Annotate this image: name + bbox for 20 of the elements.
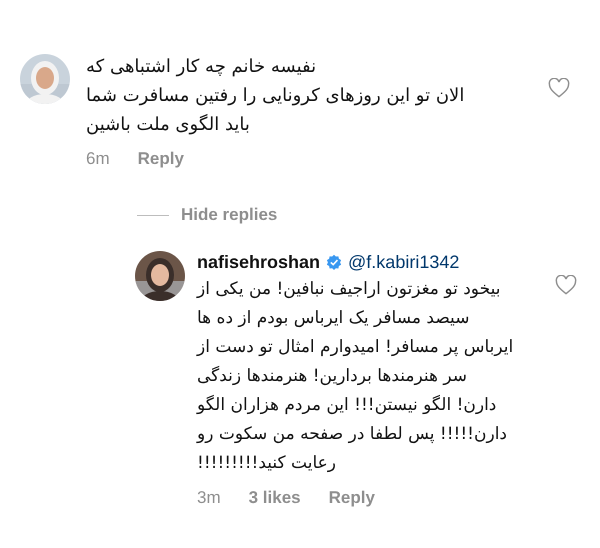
comment-time: 6m	[86, 149, 110, 169]
reply-link[interactable]: Reply	[138, 149, 184, 169]
heart-icon[interactable]	[548, 78, 570, 98]
comment-text: رعایت کنید!!!!!!!!!	[197, 452, 336, 475]
comment-text: دارن!!!!! پس لطفا در صفحه من سکوت رو	[197, 423, 507, 446]
comment-text: الان تو این روزهای کرونایی را رفتین مسافرت شما	[86, 84, 464, 108]
likes-count[interactable]: 3 likes	[248, 488, 301, 508]
hide-replies-link[interactable]: Hide replies	[181, 205, 278, 225]
comment-text: سر هنرمندها بردارین! هنرمندها زندگی	[197, 364, 468, 388]
heart-icon[interactable]	[555, 275, 577, 295]
reply-link[interactable]: Reply	[328, 488, 375, 508]
comment-text: دارن! الگو نیستن!!! این مردم هزاران الگو	[197, 394, 496, 417]
username[interactable]: nafisehroshan	[197, 252, 320, 272]
comment-text: نفیسه خانم چه کار اشتباهی که	[86, 55, 316, 79]
comment-text: سیصد مسافر یک ایرباس بودم از ده ها	[197, 307, 470, 330]
comment-time: 3m	[197, 488, 221, 508]
comment-text: باید الگوی ملت باشین	[86, 113, 250, 137]
comment-text: بیخود تو مغزتون اراجیف نبافین! من یکی از	[197, 278, 500, 301]
mention-link[interactable]: @f.kabiri1342	[348, 252, 460, 272]
comment-text: ایرباس پر مسافر! امیدوارم امثال تو دست از	[197, 336, 514, 359]
